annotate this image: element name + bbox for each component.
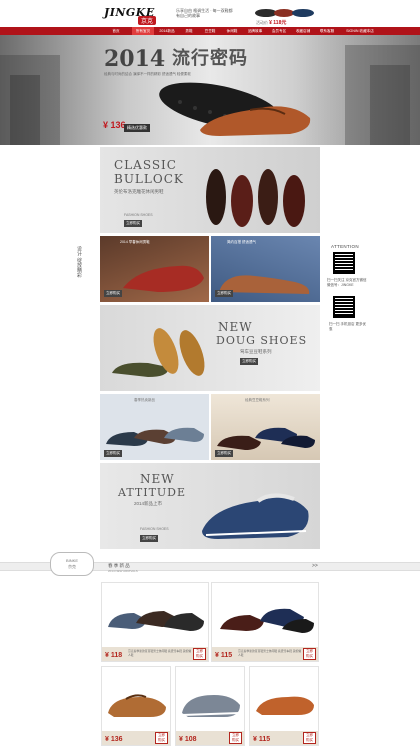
product-image bbox=[220, 608, 314, 633]
product-image bbox=[108, 611, 204, 631]
attitude-buy-button[interactable]: 立即购买 bbox=[140, 535, 158, 542]
product-price-bar: ¥ 118 京克春季新款豆豆鞋男士休闲鞋 真皮驾车鞋 英伦懒人鞋 立即 购买 bbox=[102, 647, 208, 661]
header-promo-price: 活动价 ¥ 118元 bbox=[256, 20, 287, 26]
classic-buy-button[interactable]: 立即购买 bbox=[124, 220, 142, 227]
panel-simple-casual[interactable]: 简约百搭 舒适透气 立即购买 bbox=[211, 236, 320, 302]
product-price: ¥ 118 bbox=[105, 652, 123, 659]
classic-title-line2: BULLOCK bbox=[114, 172, 184, 186]
attitude-shoe-image bbox=[202, 493, 309, 539]
product-card[interactable]: ¥ 136 立即 购买 bbox=[101, 666, 171, 746]
classic-doug-buy-button[interactable]: 立即购买 bbox=[215, 450, 233, 457]
simple-casual-label: 简约百搭 舒适透气 bbox=[227, 240, 256, 244]
brand-badge: BINKE 京克 bbox=[50, 552, 94, 576]
spring-hot-label: 春季热卖新品 bbox=[134, 398, 155, 402]
simple-buy-button[interactable]: 立即购买 bbox=[215, 290, 233, 297]
main-nav: 首页 所有宝贝 2014新品 男鞋 豆豆鞋 休闲鞋 品牌故事 会员专区 收藏店铺… bbox=[0, 27, 420, 35]
spring-shoe-image bbox=[123, 265, 204, 292]
doug-shoes-image bbox=[112, 328, 205, 377]
panel-classic-bullock[interactable]: CLASSIC BULLOCK 英伦布洛克雕花休闲男鞋 FASHION SHOE… bbox=[100, 147, 320, 233]
header-shoes-image[interactable] bbox=[254, 4, 316, 18]
attitude-title-line2: ATTITUDE bbox=[118, 486, 187, 499]
page: JINGKE 京克 乐享自由 格调生活 · 每一双鞋都有自己的故事 活动价 ¥ … bbox=[0, 0, 420, 748]
panel-classic-doug[interactable]: 经典豆豆鞋系列 立即购买 bbox=[211, 394, 320, 460]
product-card[interactable]: ¥ 115 立即 购买 bbox=[249, 666, 319, 746]
nav-item-casual[interactable]: 休闲鞋 bbox=[222, 27, 242, 35]
product-price: ¥ 108 bbox=[179, 736, 197, 743]
product-desc: 京克春季新款豆豆鞋男士休闲鞋 真皮驾车鞋 英伦懒人鞋 bbox=[238, 649, 302, 657]
product-desc: 京克春季新款豆豆鞋男士休闲鞋 真皮驾车鞋 英伦懒人鞋 bbox=[128, 649, 192, 657]
header-slogan: 乐享自由 格调生活 · 每一双鞋都有自己的故事 bbox=[176, 8, 233, 18]
panel-spring-hot[interactable]: 春季热卖新品 立即购买 bbox=[100, 394, 209, 460]
doug-title-line2: DOUG SHOES bbox=[216, 334, 308, 347]
product-image bbox=[181, 695, 241, 717]
product-price-bar: ¥ 115 京克春季新款豆豆鞋男士休闲鞋 真皮驾车鞋 英伦懒人鞋 立即 购买 bbox=[212, 647, 318, 661]
nav-item-fav[interactable]: 收藏店铺 bbox=[292, 27, 314, 35]
wechat-qr-text: 扫一扫关注 京克官方微信 微信号：JINGKE bbox=[327, 278, 367, 287]
hero-shoes-image[interactable] bbox=[150, 72, 320, 140]
product-buy-button[interactable]: 立即 购买 bbox=[229, 732, 242, 744]
nav-item-new[interactable]: 2014新品 bbox=[156, 27, 178, 35]
product-price-bar: ¥ 115 立即 购买 bbox=[250, 731, 318, 745]
product-buy-button[interactable]: 立即 购买 bbox=[155, 732, 168, 744]
nav-item-all[interactable]: 所有宝贝 bbox=[132, 27, 154, 35]
hero-tag: 精选优惠款 bbox=[124, 124, 150, 132]
attitude-title-line1: NEW bbox=[140, 472, 175, 486]
side-vertical-text: 设计 绽放精彩 bbox=[76, 246, 82, 278]
nav-item-men[interactable]: 男鞋 bbox=[180, 27, 198, 35]
nav-item-doug[interactable]: 豆豆鞋 bbox=[200, 27, 220, 35]
doug-title-line1: NEW bbox=[218, 320, 253, 334]
product-image bbox=[108, 694, 166, 717]
hero-year: 2014 bbox=[104, 46, 166, 72]
nav-item-service[interactable]: 联系客服 bbox=[316, 27, 338, 35]
panel-doug-shoes[interactable]: NEW DOUG SHOES 驾车豆豆鞋系列 立即购买 bbox=[100, 305, 320, 391]
classic-doug-label: 经典豆豆鞋系列 bbox=[245, 398, 270, 402]
classic-subtitle: 英伦布洛克雕花休闲男鞋 bbox=[114, 189, 164, 194]
product-price: ¥ 115 bbox=[215, 652, 233, 659]
classic-shoes-image bbox=[206, 169, 305, 227]
product-price-bar: ¥ 108 立即 购买 bbox=[176, 731, 244, 745]
classic-title-line1: CLASSIC bbox=[114, 158, 177, 172]
product-price: ¥ 136 bbox=[105, 736, 123, 743]
wechat-qr-code[interactable] bbox=[333, 252, 355, 274]
mobile-qr-code[interactable] bbox=[333, 296, 355, 318]
nav-item-story[interactable]: 品牌故事 bbox=[244, 27, 266, 35]
product-card[interactable]: ¥ 108 立即 购买 bbox=[175, 666, 245, 746]
nav-item-vip[interactable]: 会员专区 bbox=[268, 27, 290, 35]
spring-buy-button[interactable]: 立即购买 bbox=[104, 290, 122, 297]
product-buy-button[interactable]: 立即 购买 bbox=[303, 732, 316, 744]
top-header: JINGKE 京克 乐享自由 格调生活 · 每一双鞋都有自己的故事 活动价 ¥ … bbox=[0, 0, 420, 27]
attitude-fashion-label: FASHION SHOES bbox=[140, 527, 169, 531]
doug-subtitle: 驾车豆豆鞋系列 bbox=[240, 349, 272, 354]
hero-title: 流行密码 bbox=[172, 48, 248, 68]
product-image bbox=[256, 696, 314, 715]
attention-label: ATTENTION bbox=[331, 244, 359, 249]
product-buy-button[interactable]: 立即 购买 bbox=[193, 648, 206, 660]
classic-fashion-label: FASHION SHOES bbox=[124, 213, 153, 217]
badge-cn: 京克 bbox=[68, 564, 76, 569]
hero-price: ¥ 136 bbox=[103, 120, 126, 130]
product-card[interactable]: ¥ 118 京克春季新款豆豆鞋男士休闲鞋 真皮驾车鞋 英伦懒人鞋 立即 购买 bbox=[101, 582, 209, 662]
spring-casual-label: 2014 早春休闲男鞋 bbox=[120, 240, 150, 244]
spring-hot-shoes-image bbox=[106, 427, 204, 446]
panel-new-attitude[interactable]: NEW ATTITUDE 2014新品上市 FASHION SHOES 立即购买 bbox=[100, 463, 320, 549]
spring-hot-buy-button[interactable]: 立即购买 bbox=[104, 450, 122, 457]
classic-doug-shoes-image bbox=[217, 427, 315, 450]
attitude-subtitle: 2014新品上市 bbox=[134, 501, 163, 506]
nav-item-signin[interactable]: SIGNIN 收藏本店 bbox=[340, 27, 380, 35]
mobile-qr-text: 扫一扫 手机逛店 更多优惠 bbox=[329, 322, 366, 331]
nav-item-home[interactable]: 首页 bbox=[102, 27, 130, 35]
product-price-bar: ¥ 136 立即 购买 bbox=[102, 731, 170, 745]
brand-logo-cn: 京克 bbox=[138, 16, 157, 25]
doug-buy-button[interactable]: 立即购买 bbox=[240, 358, 258, 365]
panel-spring-casual[interactable]: 2014 早春休闲男鞋 立即购买 bbox=[100, 236, 209, 302]
section-more-arrow[interactable]: >> bbox=[312, 563, 318, 569]
product-price: ¥ 115 bbox=[253, 736, 271, 743]
section-subtitle: 2014 NEW ARRIVALS bbox=[108, 569, 138, 573]
product-card[interactable]: ¥ 115 京克春季新款豆豆鞋男士休闲鞋 真皮驾车鞋 英伦懒人鞋 立即 购买 bbox=[211, 582, 319, 662]
product-buy-button[interactable]: 立即 购买 bbox=[303, 648, 316, 660]
